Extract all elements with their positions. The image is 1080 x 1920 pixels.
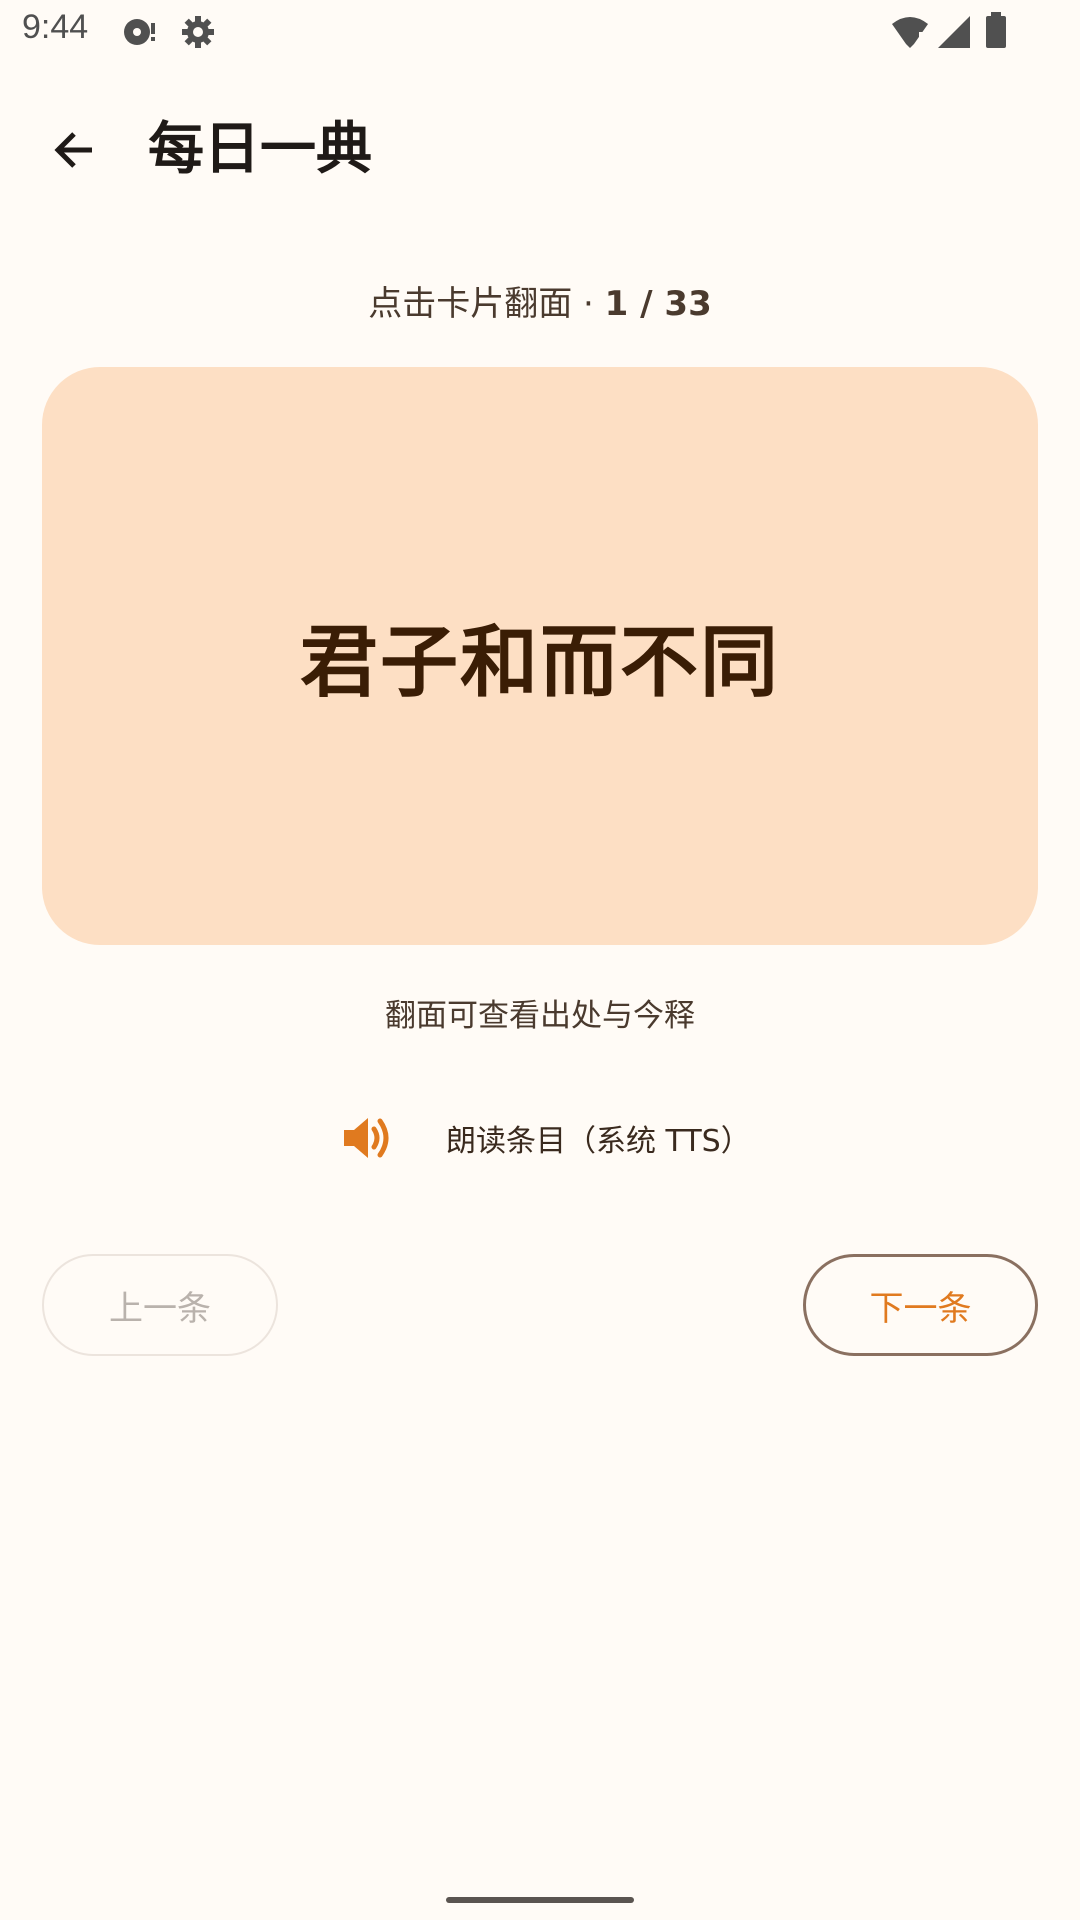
page-title: 每日一典 (148, 117, 372, 182)
status-time: 9:44 (22, 8, 89, 46)
signal-icon (934, 12, 974, 56)
back-button[interactable] (34, 112, 114, 192)
tts-read-button[interactable]: 朗读条目（系统 TTS） (330, 1100, 790, 1176)
next-button-label: 下一条 (869, 1288, 972, 1329)
app-bar: 每日一典 (0, 90, 1080, 210)
prev-button-label: 上一条 (109, 1288, 211, 1329)
gear-icon (178, 12, 218, 56)
wifi-icon (890, 12, 930, 56)
tts-label: 朗读条目（系统 TTS） (446, 1124, 751, 1159)
card-counter: 1 / 33 (604, 284, 712, 324)
prev-button[interactable]: 上一条 (42, 1254, 278, 1356)
card-hint: 点击卡片翻面 · 1 / 33 (0, 276, 1080, 325)
card-hint-text: 点击卡片翻面 · (368, 284, 605, 324)
home-indicator[interactable] (446, 1897, 634, 1903)
battery-icon (982, 12, 1012, 56)
flip-tip: 翻面可查看出处与今释 (385, 998, 695, 1034)
arrow-left-icon (50, 126, 98, 178)
next-button[interactable]: 下一条 (803, 1254, 1038, 1356)
status-bar: 9:44 (0, 0, 1080, 64)
card-front-text: 君子和而不同 (299, 618, 780, 708)
volume-icon (330, 1100, 406, 1176)
media-icon (120, 12, 160, 56)
flash-card[interactable]: 君子和而不同 (42, 367, 1038, 945)
